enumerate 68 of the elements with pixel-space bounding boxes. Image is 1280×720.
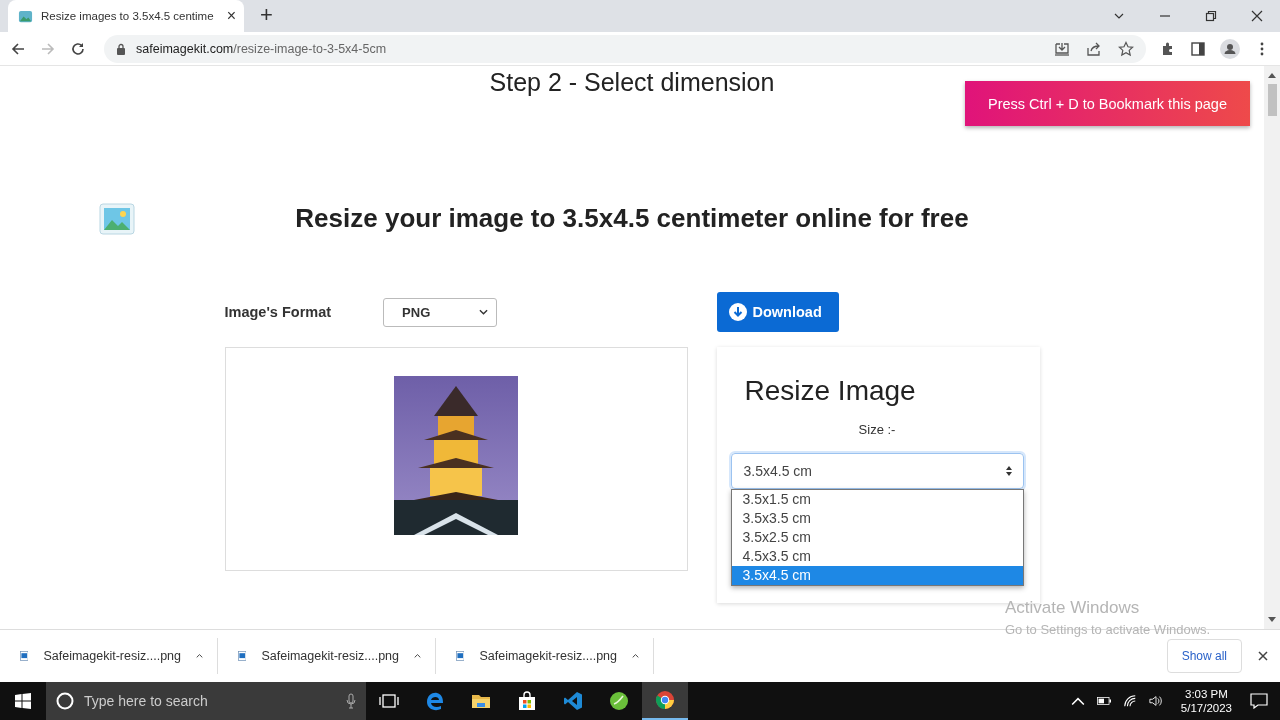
search-placeholder: Type here to search: [84, 693, 208, 709]
dropdown-option[interactable]: 3.5x4.5 cm: [731, 566, 1023, 585]
chrome-icon: [655, 690, 675, 710]
dropdown-option[interactable]: 3.5x3.5 cm: [731, 509, 1023, 528]
microphone-icon[interactable]: [346, 693, 356, 709]
scroll-up-icon[interactable]: [1268, 72, 1276, 78]
back-icon[interactable]: [10, 40, 26, 57]
activation-text: Go to Settings to activate Windows.: [1005, 622, 1211, 637]
page-heading: Resize your image to 3.5x4.5 centimeter online for free: [295, 203, 969, 234]
edge-icon[interactable]: [425, 691, 445, 711]
tab-title: Resize images to 3.5x4.5 centime: [41, 10, 215, 22]
image-icon: [18, 8, 33, 24]
resize-title: Resize Image: [744, 375, 917, 407]
code-editor-icon[interactable]: [563, 691, 583, 711]
taskbar-search-field[interactable]: Type here to search: [46, 682, 366, 720]
notification-icon[interactable]: [1250, 693, 1268, 709]
format-label: Image's Format: [224, 304, 332, 320]
wifi-icon[interactable]: [1122, 694, 1137, 708]
dropdown-option[interactable]: 4.5x3.5 cm: [731, 547, 1023, 566]
step-title: Step 2 - Select dimension: [489, 68, 775, 97]
image-icon: [99, 203, 135, 235]
star-icon[interactable]: [1118, 40, 1134, 57]
scroll-down-icon[interactable]: [1268, 617, 1276, 623]
new-tab-button[interactable]: +: [260, 1, 273, 28]
lock-icon: [116, 42, 126, 55]
reload-icon[interactable]: [70, 40, 86, 57]
chrome-taskbar-button[interactable]: [642, 682, 688, 720]
scrollbar-thumb[interactable]: [1267, 84, 1277, 116]
size-select[interactable]: 3.5x4.5 cm: [730, 453, 1024, 489]
dropdown-option[interactable]: 3.5x1.5 cm: [731, 490, 1023, 509]
store-icon[interactable]: [517, 691, 537, 711]
activation-title: Activate Windows: [1005, 598, 1141, 618]
leaf-app-icon[interactable]: [609, 691, 629, 711]
task-view-icon[interactable]: [379, 691, 399, 711]
close-tab-button[interactable]: ×: [226, 7, 236, 25]
download-button[interactable]: Download: [716, 292, 839, 332]
download-item[interactable]: Safeimagekit-resiz....png: [218, 638, 436, 674]
share-icon[interactable]: [1086, 40, 1102, 57]
dropdown-option[interactable]: 3.5x2.5 cm: [731, 528, 1023, 547]
caret-icon: [479, 309, 489, 315]
file-icon: [20, 649, 29, 663]
bookmark-banner[interactable]: Press Ctrl + D to Bookmark this page: [965, 81, 1250, 126]
file-icon: [238, 649, 247, 663]
download-item[interactable]: Safeimagekit-resiz....png: [436, 638, 654, 674]
profile-icon[interactable]: [1220, 38, 1240, 59]
browser-tab[interactable]: Resize images to 3.5x4.5 centime ×: [8, 0, 244, 32]
up-down-icon: [1004, 465, 1013, 477]
clock-time: 3:03 PM: [1185, 688, 1228, 700]
side-panel-icon[interactable]: [1190, 40, 1206, 57]
cortana-icon: [56, 692, 74, 710]
download-icon: [728, 303, 747, 321]
close-icon[interactable]: [1251, 10, 1263, 22]
clock-date: 5/17/2023: [1180, 702, 1232, 714]
format-select[interactable]: PNG: [383, 297, 498, 327]
address-bar[interactable]: safeimagekit.com/resize-image-to-3-5x4-5cm: [104, 34, 1146, 63]
battery-icon[interactable]: [1096, 694, 1111, 708]
install-icon[interactable]: [1054, 40, 1070, 57]
close-icon[interactable]: [1258, 651, 1268, 661]
size-label: Size :-: [857, 422, 897, 437]
show-all-button[interactable]: Show all: [1166, 639, 1242, 673]
chevron-up-icon[interactable]: [414, 653, 421, 659]
download-item[interactable]: Safeimagekit-resiz....png: [0, 638, 218, 674]
chevron-up-icon[interactable]: [632, 653, 639, 659]
restore-icon[interactable]: [1205, 10, 1217, 22]
chevron-up-icon[interactable]: [196, 653, 203, 659]
volume-icon[interactable]: [1148, 694, 1163, 708]
windows-start-icon[interactable]: [15, 693, 31, 709]
file-icon: [456, 649, 465, 663]
